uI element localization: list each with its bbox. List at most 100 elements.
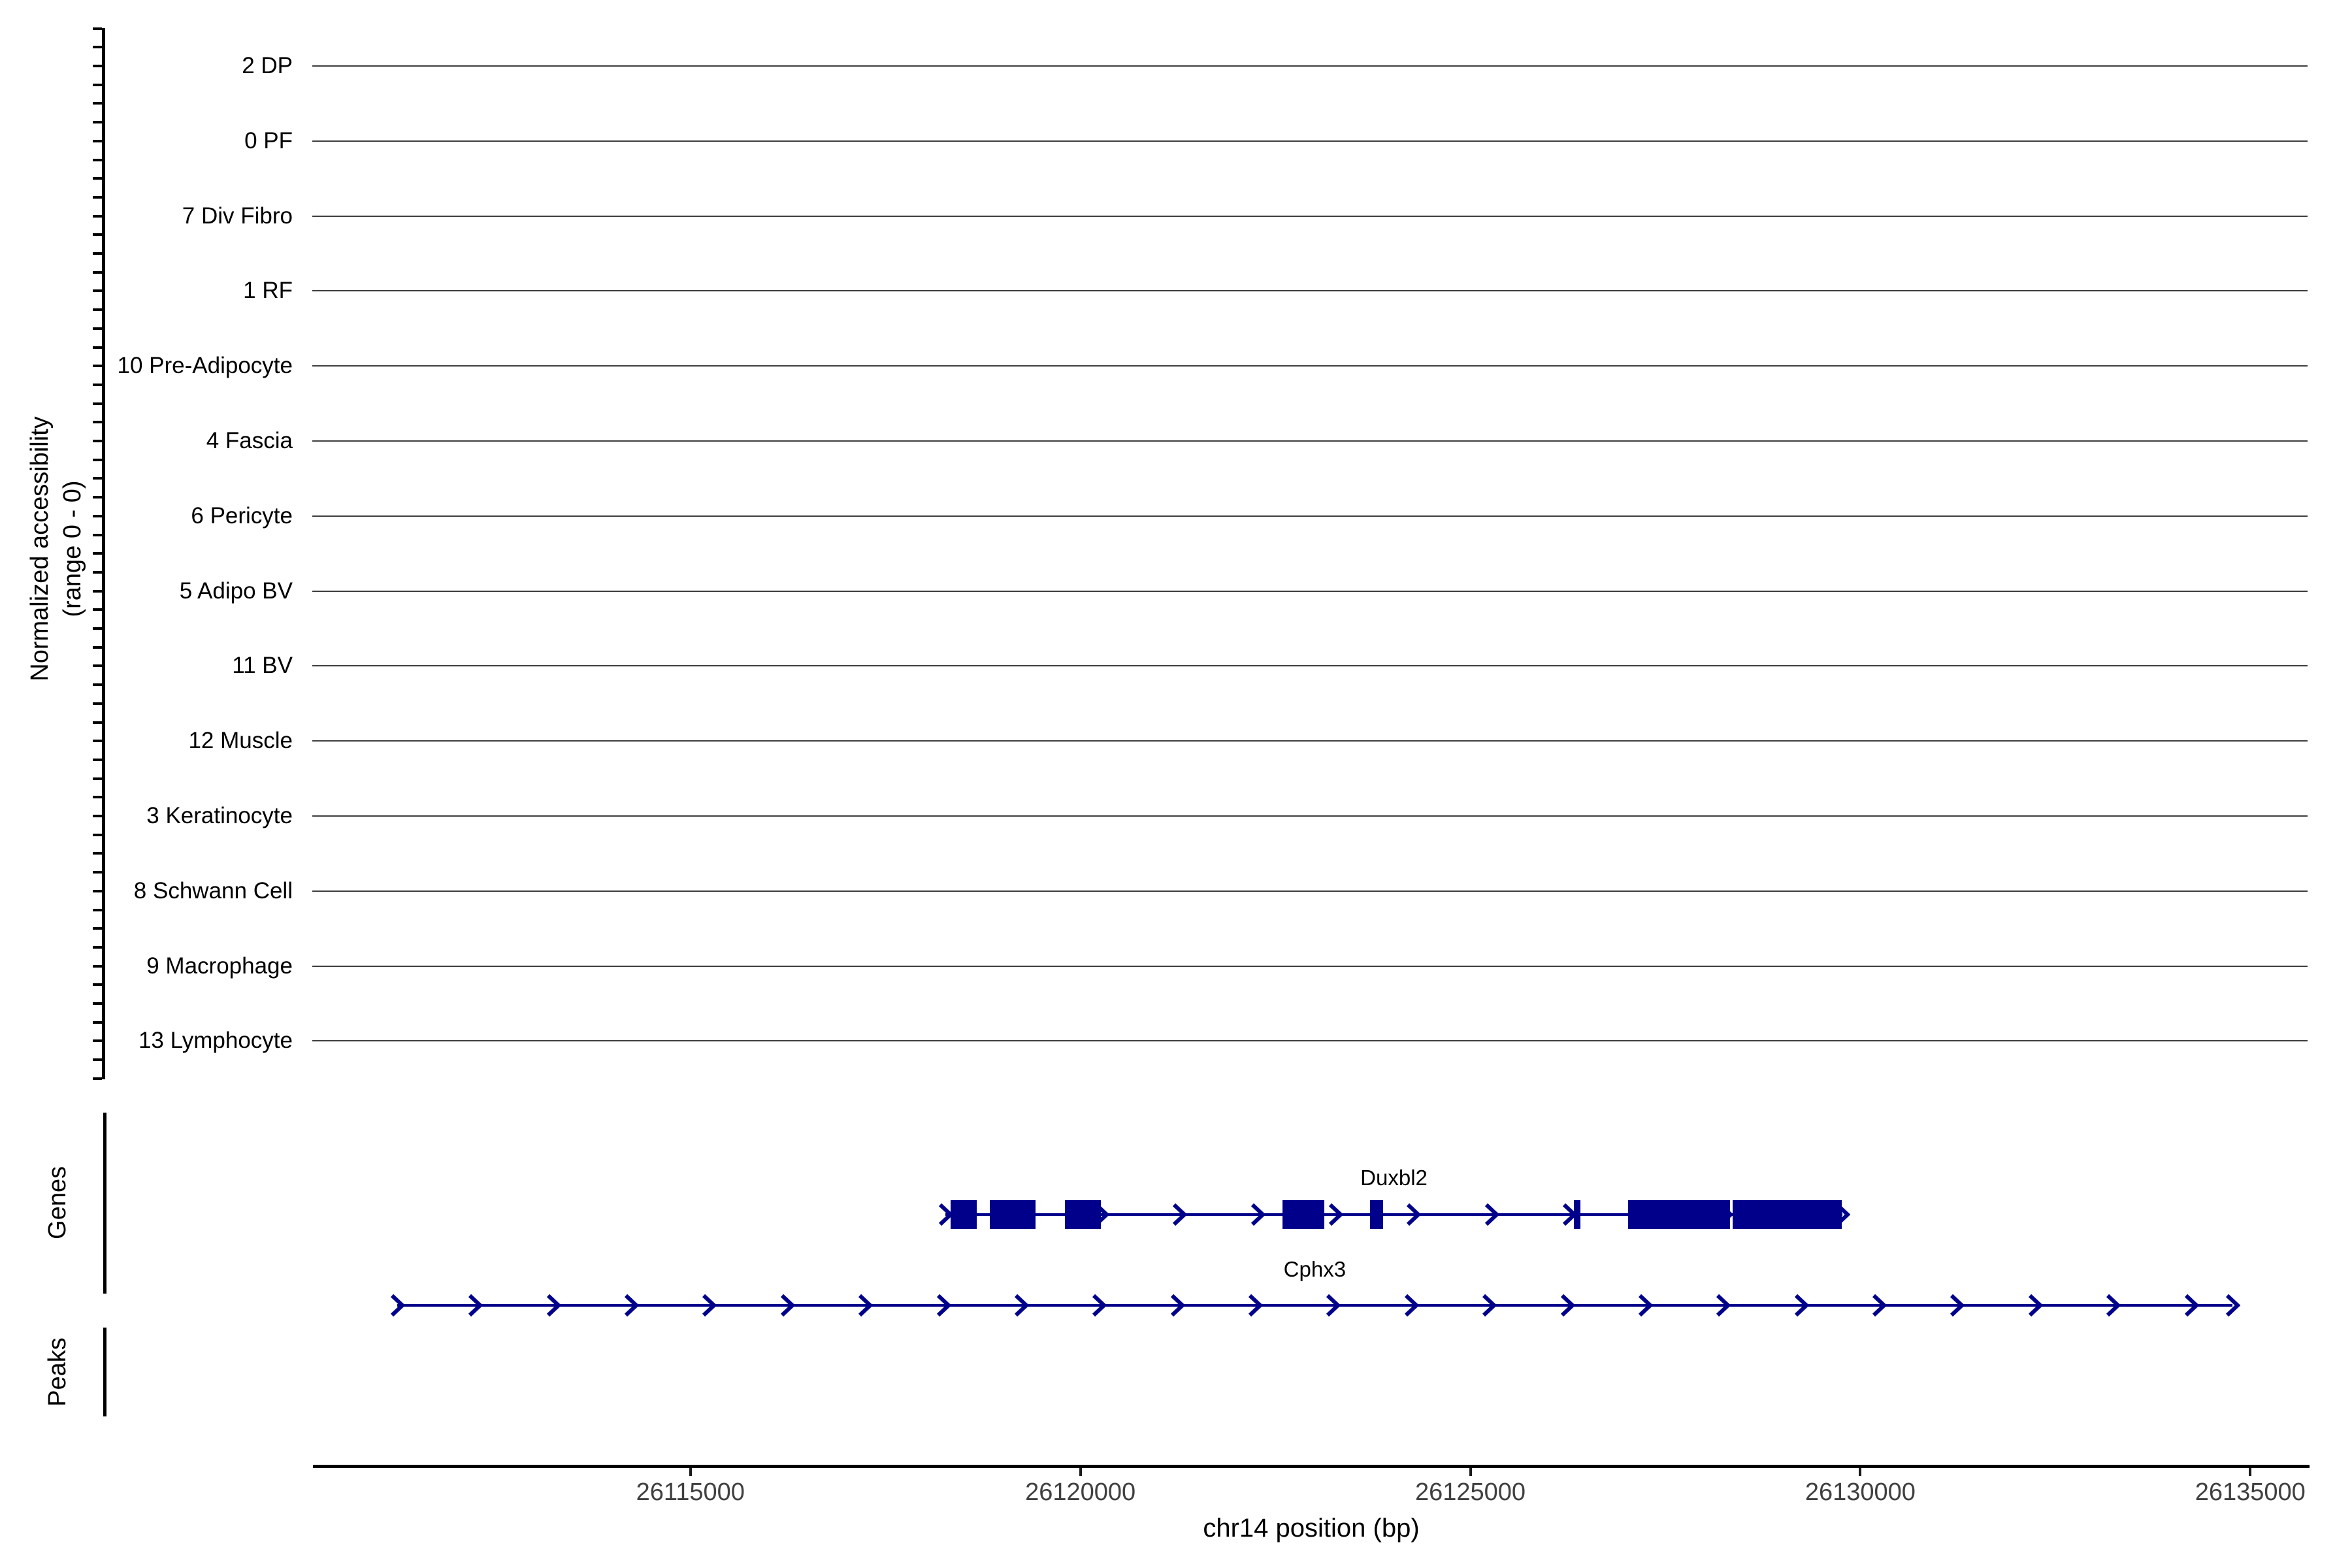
strand-arrow-icon [1328,1200,1343,1229]
strand-arrow-icon [1637,1291,1653,1320]
track-label: 6 Pericyte [0,498,293,534]
y-axis-tick [93,534,102,536]
track-baseline [312,365,2308,367]
gene-name-label: Duxbl2 [1231,1165,1558,1191]
strand-arrow-icon [623,1291,639,1320]
track-baseline [312,216,2308,217]
exon-box [990,1200,1036,1229]
track-baseline [312,65,2308,67]
strand-arrow-icon [1403,1291,1419,1320]
x-axis-tick-label: 26135000 [2119,1478,2352,1507]
strand-arrow-icon [1715,1291,1731,1320]
y-axis-spine [102,28,105,1079]
y-axis-tick [93,159,102,161]
y-axis-tick [93,252,102,255]
strand-arrow-icon [2183,1291,2199,1320]
peaks-section-label: Peaks [42,1274,73,1470]
exon-box [1065,1200,1101,1229]
track-baseline [312,1040,2308,1041]
y-axis-tick [93,1058,102,1061]
track-label: 3 Keratinocyte [0,798,293,834]
exon-box [1370,1200,1383,1229]
strand-arrow-icon [857,1291,873,1320]
strand-arrow-icon [701,1291,717,1320]
track-label: 0 PF [0,123,293,159]
track-label: 13 Lymphocyte [0,1023,293,1058]
y-axis-label: Normalized accessibility (range 0 - 0) [24,0,91,1104]
track-baseline [312,591,2308,592]
x-axis-tick [1079,1468,1082,1476]
genes-bracket [103,1113,106,1294]
track-baseline [312,665,2308,666]
y-axis-tick [93,627,102,630]
y-axis-tick [93,177,102,180]
track-label: 8 Schwann Cell [0,874,293,909]
strand-arrow-icon [1013,1291,1029,1320]
y-axis-tick [93,759,102,761]
strand-arrow-icon [1560,1291,1575,1320]
y-axis-tick [93,402,102,405]
track-baseline [312,140,2308,142]
track-label: 2 DP [0,48,293,84]
x-axis-tick [689,1468,692,1476]
strand-arrow-icon [1250,1200,1266,1229]
exon-box [1282,1200,1324,1229]
strand-arrow-icon [1484,1200,1499,1229]
y-axis-tick [93,909,102,911]
y-axis-tick [93,459,102,461]
strand-arrow-icon [2027,1291,2043,1320]
track-label: 5 Adipo BV [0,574,293,609]
gene-name-label: Cphx3 [1151,1256,1478,1282]
x-axis-tick [1469,1468,1472,1476]
strand-arrow-icon [1793,1291,1809,1320]
exon-box [1628,1200,1730,1229]
y-axis-label-line1: Normalized accessibility [24,0,56,1104]
track-label: 9 Macrophage [0,949,293,984]
peaks-bracket [103,1328,106,1416]
y-axis-tick [93,102,102,105]
track-label: 12 Muscle [0,723,293,759]
genes-section-label: Genes [42,1105,73,1301]
strand-arrow-icon [1949,1291,1965,1320]
track-label: 11 BV [0,648,293,683]
genome-browser-figure: Normalized accessibility (range 0 - 0) 2… [0,0,2352,1568]
genes-section-label-text: Genes [42,1105,73,1301]
x-axis-title: chr14 position (bp) [985,1512,1638,1544]
y-axis-tick [93,477,102,480]
track-label: 1 RF [0,273,293,308]
strand-arrow-icon [2105,1291,2121,1320]
strand-arrow-icon [936,1291,951,1320]
strand-arrow-icon [1169,1291,1185,1320]
x-axis-tick-label: 26115000 [560,1478,821,1507]
y-axis-tick [93,834,102,836]
x-axis-tick-label: 26120000 [950,1478,1211,1507]
track-label: 7 Div Fibro [0,199,293,234]
y-axis-tick [93,327,102,330]
track-baseline [312,966,2308,967]
strand-arrow-icon [1171,1200,1187,1229]
y-axis-tick [93,852,102,855]
strand-arrow-icon [1325,1291,1341,1320]
track-baseline [312,290,2308,291]
strand-arrow-icon [546,1291,561,1320]
y-axis-tick [93,1077,102,1080]
exon-box [1574,1200,1580,1229]
y-axis-label-line2: (range 0 - 0) [56,0,89,1104]
y-axis-tick [93,702,102,705]
y-axis-tick [93,552,102,555]
y-axis-tick [93,384,102,386]
strand-arrow-icon [1405,1200,1421,1229]
strand-arrow-icon [1481,1291,1497,1320]
y-axis-tick [93,777,102,780]
track-baseline [312,515,2308,517]
x-axis-tick-label: 26130000 [1729,1478,1991,1507]
y-axis-tick [93,683,102,686]
y-axis-tick [93,27,102,30]
y-axis-tick [93,927,102,930]
track-baseline [312,740,2308,742]
strand-arrow-icon [779,1291,795,1320]
x-axis-line [313,1465,2310,1468]
track-baseline [312,815,2308,817]
track-label: 10 Pre-Adipocyte [0,348,293,384]
y-axis-tick [93,308,102,311]
